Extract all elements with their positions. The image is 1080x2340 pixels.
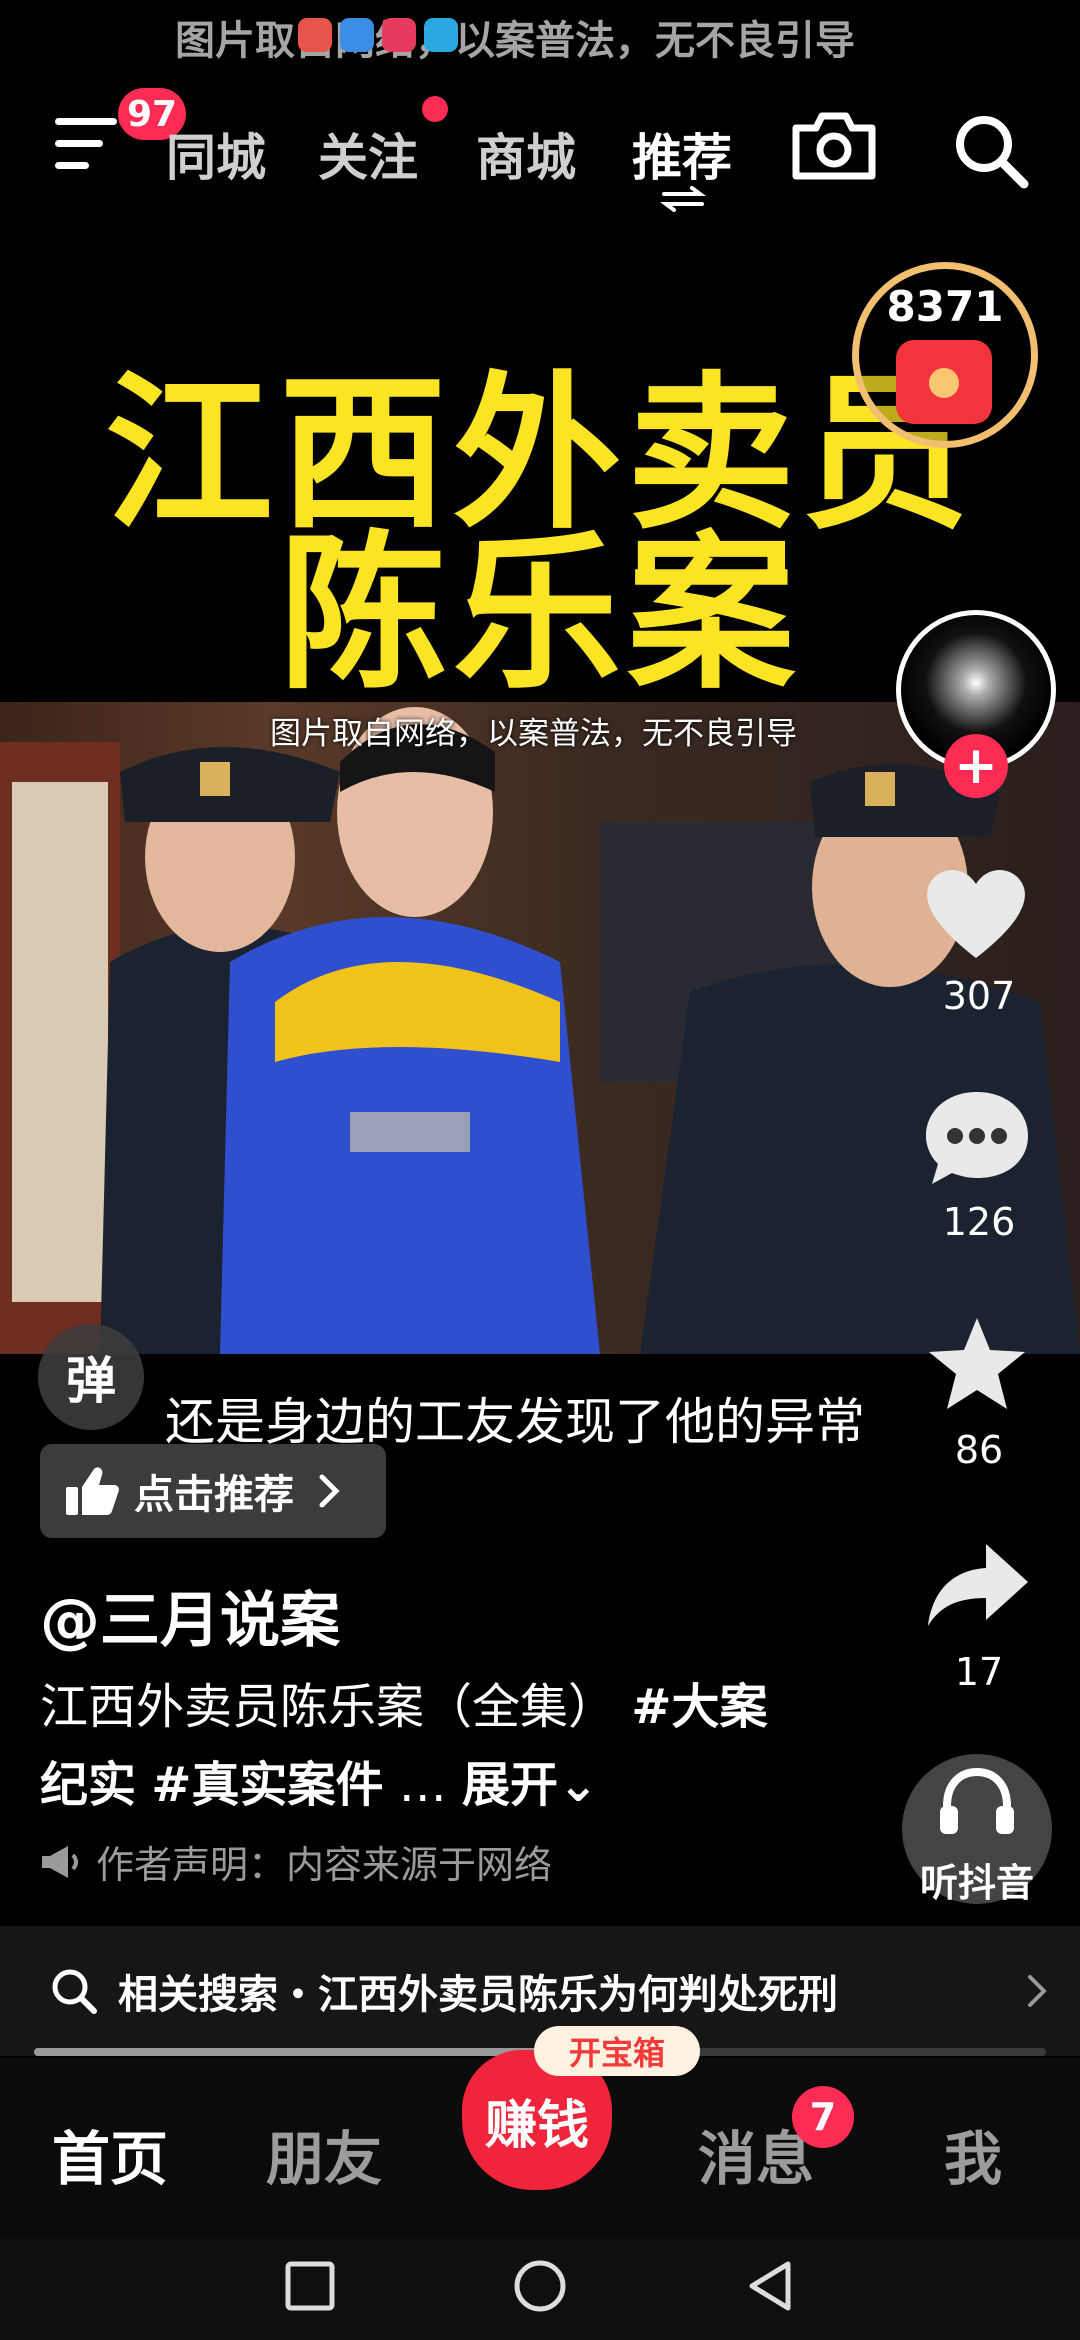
favorite-count: 86 bbox=[954, 1428, 1004, 1472]
notification-icon bbox=[382, 18, 416, 52]
tab-nearby[interactable]: 同城 bbox=[166, 118, 266, 190]
tab-mall[interactable]: 商城 bbox=[476, 118, 576, 190]
system-nav-bar bbox=[0, 2238, 1080, 2340]
hashtag[interactable]: #真实案件 bbox=[151, 1757, 383, 1813]
video-description[interactable]: 江西外卖员陈乐案（全集） #大案纪实 #真实案件 … 展开⌄ bbox=[40, 1668, 800, 1824]
court-photo bbox=[0, 702, 1080, 1354]
chevron-right-icon bbox=[1028, 1975, 1047, 2007]
thumbs-up-icon bbox=[66, 1467, 119, 1515]
recents-icon[interactable] bbox=[284, 2260, 336, 2312]
share-count: 17 bbox=[954, 1650, 1004, 1694]
ellipsis: … bbox=[398, 1757, 447, 1813]
related-search-text: 相关搜索・江西外卖员陈乐为何判处死刑 bbox=[118, 1972, 838, 2018]
author-name[interactable]: @三月说案 bbox=[40, 1572, 340, 1659]
listen-label: 听抖音 bbox=[919, 1861, 1034, 1905]
treasure-box-badge[interactable]: 开宝箱 bbox=[534, 2026, 700, 2076]
danmu-button[interactable]: 弹 bbox=[38, 1324, 144, 1430]
nav-home[interactable]: 首页 bbox=[52, 2112, 168, 2196]
search-icon bbox=[52, 1969, 97, 2014]
switch-icon[interactable] bbox=[660, 186, 706, 212]
nav-me[interactable]: 我 bbox=[944, 2112, 1002, 2196]
like-count: 307 bbox=[942, 974, 1016, 1018]
share-icon[interactable] bbox=[924, 1540, 1032, 1630]
camera-icon[interactable] bbox=[790, 110, 878, 182]
headphones-icon bbox=[940, 1767, 1014, 1834]
notification-icon bbox=[424, 18, 458, 52]
notification-icon bbox=[298, 18, 332, 52]
tab-following[interactable]: 关注 bbox=[318, 118, 418, 190]
notification-icon bbox=[340, 18, 374, 52]
back-icon[interactable] bbox=[742, 2258, 798, 2314]
author-declaration: 作者声明：内容来源于网络 bbox=[40, 1834, 552, 1889]
home-circle-icon[interactable] bbox=[512, 2258, 568, 2314]
red-packet-icon[interactable] bbox=[896, 340, 992, 424]
favorite-icon[interactable] bbox=[924, 1314, 1030, 1414]
nav-friends[interactable]: 朋友 bbox=[266, 2112, 382, 2196]
chevron-down-icon: ⌄ bbox=[558, 1757, 599, 1813]
new-content-dot bbox=[422, 96, 448, 122]
declaration-text: 作者声明：内容来源于网络 bbox=[96, 1843, 553, 1887]
follow-button[interactable]: + bbox=[944, 734, 1008, 798]
recommend-label: 点击推荐 bbox=[134, 1472, 294, 1518]
comment-count: 126 bbox=[942, 1200, 1016, 1244]
chevron-right-icon bbox=[319, 1474, 340, 1508]
search-icon[interactable] bbox=[950, 110, 1030, 190]
expand-button[interactable]: 展开 bbox=[462, 1757, 558, 1813]
menu-icon[interactable] bbox=[55, 118, 117, 172]
like-icon[interactable] bbox=[922, 862, 1030, 962]
comment-icon[interactable] bbox=[922, 1086, 1032, 1190]
megaphone-icon bbox=[42, 1845, 78, 1878]
video-watermark: 图片取自网络，以案普法，无不良引导 bbox=[270, 716, 797, 752]
messages-badge: 7 bbox=[792, 2086, 854, 2148]
description-text: 江西外卖员陈乐案（全集） bbox=[40, 1679, 617, 1735]
status-icons bbox=[298, 18, 458, 52]
status-overlay-text: 图片取自网络，以案普法，无不良引导 bbox=[175, 18, 855, 64]
reward-count: 8371 bbox=[886, 282, 1004, 331]
tab-recommend[interactable]: 推荐 bbox=[632, 118, 732, 190]
recommend-button[interactable]: 点击推荐 bbox=[40, 1444, 386, 1538]
